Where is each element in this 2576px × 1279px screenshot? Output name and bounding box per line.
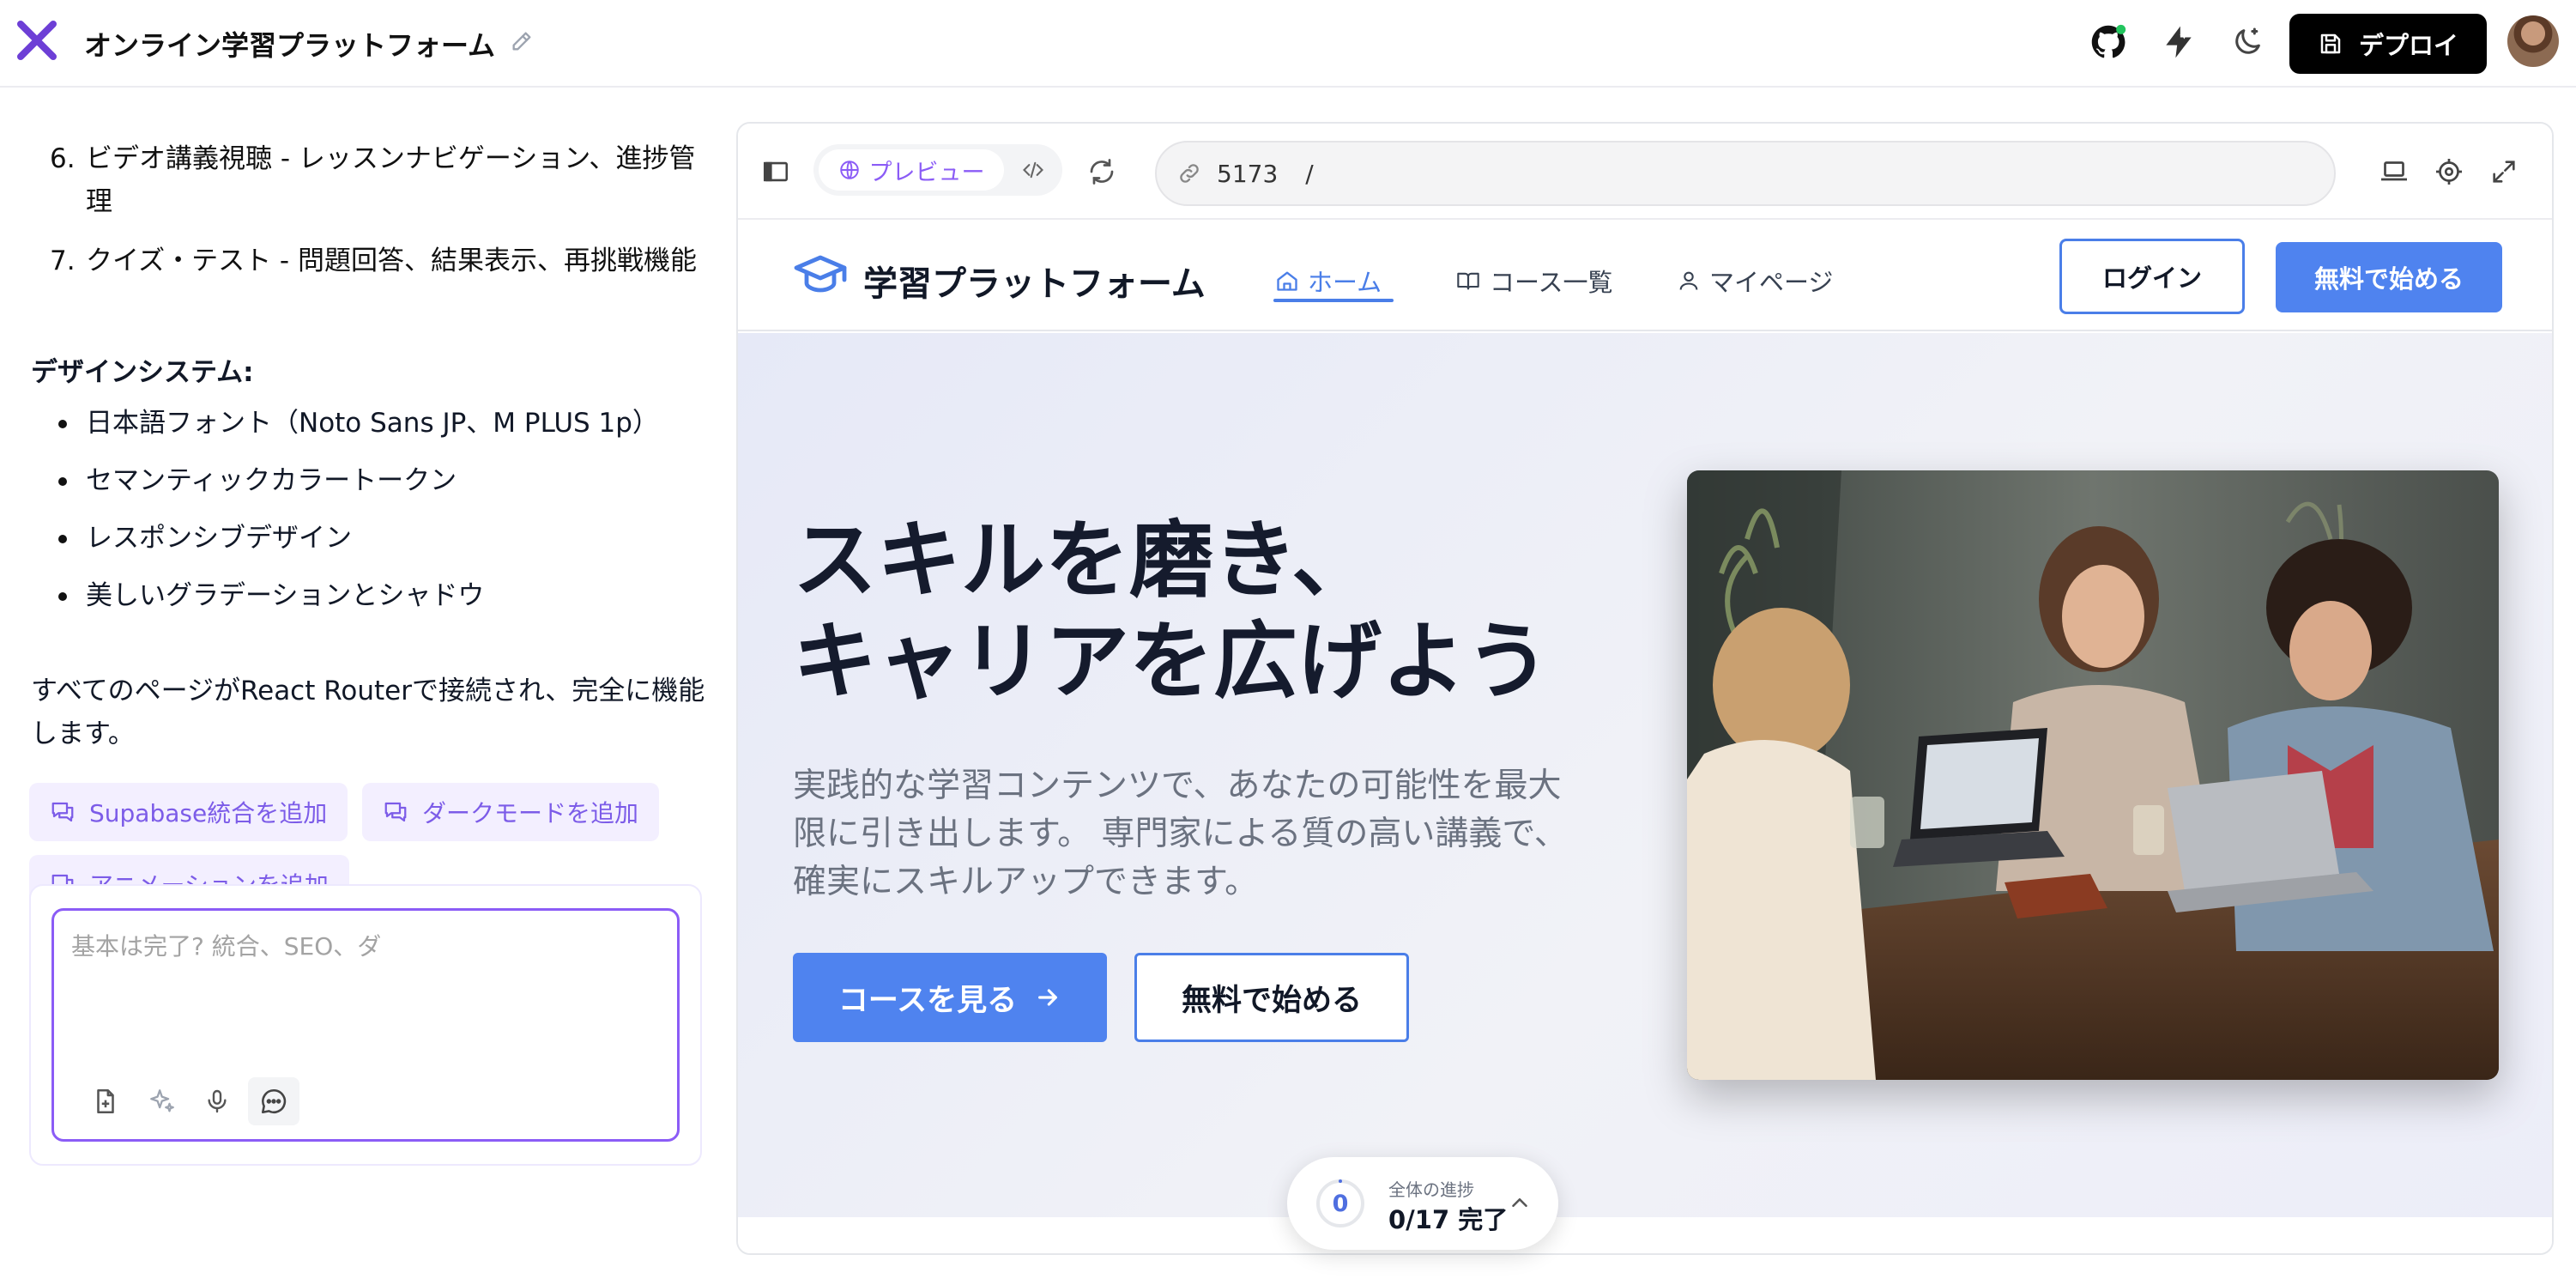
app-logo-icon[interactable] (15, 19, 58, 62)
pencil-icon[interactable] (510, 29, 534, 53)
view-mode-toggle: プレビュー (813, 144, 1062, 196)
suggestion-label: ダークモードを追加 (422, 799, 639, 827)
book-icon (1455, 269, 1481, 293)
refresh-icon[interactable] (1081, 151, 1122, 192)
nav-label: ホーム (1308, 268, 1382, 297)
hero-section: スキルを磨き、 キャリアを広げよう 実践的な学習コンテンツで、あなたの可能性を最… (738, 333, 2552, 1217)
hero-subtitle: 実践的な学習コンテンツで、あなたの可能性を最大限に引き出します。 専門家による質… (793, 767, 1568, 901)
chat-bubble-icon (50, 799, 76, 825)
preview-toolbar: プレビュー 5173 / (738, 124, 2552, 220)
expand-icon[interactable] (2483, 151, 2525, 192)
suggestion-label: Supabase統合を追加 (89, 799, 328, 827)
laptop-icon[interactable] (2373, 151, 2415, 192)
list-item-number: 6. (50, 143, 76, 174)
chat-composer (51, 908, 680, 1142)
view-courses-button[interactable]: コースを見る (793, 953, 1107, 1042)
hero-title-line1: スキルを磨き、 (793, 512, 1376, 609)
top-bar: オンライン学習プラットフォーム デプロイ (0, 0, 2576, 88)
lightning-icon[interactable] (2159, 22, 2198, 62)
progress-widget[interactable]: 0 全体の進捗 0/17 完了 (1287, 1157, 1558, 1250)
chat-bubble-icon (383, 799, 408, 825)
site-preview: 学習プラットフォーム ホーム コース一覧 マイページ ログイン 無料で始める ス… (738, 221, 2552, 1253)
target-icon[interactable] (2428, 151, 2470, 192)
sidebar-toggle-icon[interactable] (755, 151, 796, 192)
nav-courses[interactable]: コース一覧 (1455, 263, 1613, 299)
start-free-nav-button[interactable]: 無料で始める (2276, 242, 2502, 312)
chat-mode-icon[interactable] (248, 1077, 299, 1125)
progress-count: 0 (1332, 1190, 1349, 1217)
site-navbar: 学習プラットフォーム ホーム コース一覧 マイページ ログイン 無料で始める (738, 221, 2552, 331)
suggestion-chip-supabase[interactable]: Supabase統合を追加 (29, 783, 348, 841)
site-brand[interactable]: 学習プラットフォーム (863, 256, 1206, 306)
preview-mode-button[interactable]: プレビュー (819, 149, 1004, 191)
view-courses-label: コースを見る (838, 983, 1018, 1018)
nav-home[interactable]: ホーム (1275, 263, 1382, 299)
sparkle-icon[interactable] (136, 1077, 188, 1125)
list-item: 美しいグラデーションとシャドウ (31, 574, 709, 632)
microphone-icon[interactable] (191, 1077, 243, 1125)
list-item: 日本語フォント（Noto Sans JP、M PLUS 1p） (31, 402, 709, 459)
list-item: 6. ビデオ講義視聴 - レッスンナビゲーション、進捗管理 (31, 137, 709, 223)
github-icon[interactable] (2089, 22, 2128, 62)
chevron-up-icon[interactable] (1507, 1190, 1533, 1215)
preview-mode-label: プレビュー (868, 159, 985, 186)
url-path: / (1305, 159, 1314, 188)
summary-text: すべてのページがReact Routerで接続され、完全に機能します。 (31, 676, 705, 749)
arrow-right-icon (1034, 984, 1061, 1011)
hero-title: スキルを磨き、 キャリアを広げよう (793, 510, 1617, 712)
list-item-number: 7. (50, 245, 76, 276)
suggestion-chip-darkmode[interactable]: ダークモードを追加 (362, 783, 660, 841)
design-system-heading: デザインシステム: (31, 357, 254, 388)
project-title: オンライン学習プラットフォーム (84, 29, 496, 62)
progress-label: 全体の進捗 (1388, 1179, 1474, 1200)
hero-image (1687, 470, 2499, 1080)
nav-active-indicator (1273, 299, 1394, 302)
moon-icon[interactable] (2228, 22, 2267, 62)
start-free-hero-button[interactable]: 無料で始める (1134, 953, 1409, 1042)
url-port: 5173 (1217, 159, 1279, 188)
deploy-button[interactable]: デプロイ (2289, 14, 2487, 74)
list-item: レスポンシブデザイン (31, 517, 709, 574)
list-item: 7. クイズ・テスト - 問題回答、結果表示、再挑戦機能 (31, 239, 709, 282)
nav-label: コース一覧 (1490, 268, 1613, 297)
nav-mypage[interactable]: マイページ (1677, 263, 1833, 299)
hero-title-line2: キャリアを広げよう (793, 613, 1551, 711)
user-avatar[interactable] (2507, 15, 2559, 67)
login-button[interactable]: ログイン (2059, 239, 2245, 314)
user-icon (1677, 269, 1701, 293)
preview-panel: プレビュー 5173 / 学習プラットフォーム ホーム コース一覧 マイページ … (736, 122, 2554, 1255)
home-icon (1275, 269, 1299, 293)
nav-label: マイページ (1709, 268, 1834, 297)
list-item: セマンティックカラートークン (31, 459, 709, 517)
progress-value: 0/17 完了 (1388, 1205, 1509, 1234)
step-list: 6. ビデオ講義視聴 - レッスンナビゲーション、進捗管理 7. クイズ・テスト… (31, 137, 709, 299)
globe-icon (838, 159, 861, 181)
list-item-text: クイズ・テスト - 問題回答、結果表示、再挑戦機能 (86, 245, 697, 276)
graduation-cap-icon (793, 252, 848, 299)
list-item-text: ビデオ講義視聴 - レッスンナビゲーション、進捗管理 (86, 143, 696, 217)
code-icon[interactable] (1013, 149, 1054, 191)
deploy-label: デプロイ (2358, 31, 2458, 60)
link-icon (1177, 161, 1201, 185)
save-icon (2318, 31, 2343, 57)
design-system-list: 日本語フォント（Noto Sans JP、M PLUS 1p） セマンティックカ… (31, 402, 709, 632)
url-bar[interactable]: 5173 / (1155, 141, 2336, 206)
file-plus-icon[interactable] (80, 1077, 131, 1125)
chat-input[interactable] (71, 928, 663, 1065)
